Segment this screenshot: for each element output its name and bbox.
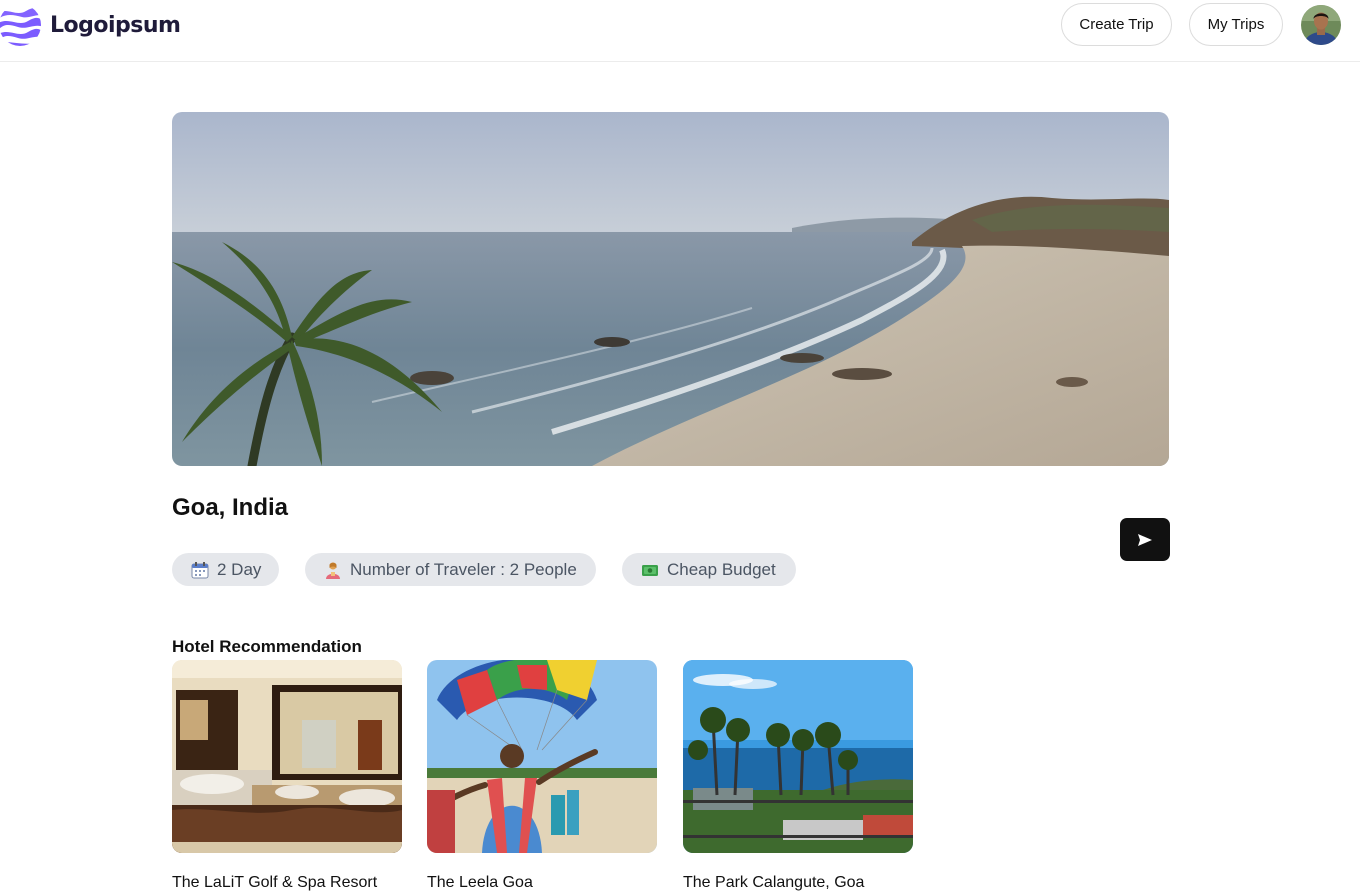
budget-chip-label: Cheap Budget xyxy=(667,559,776,579)
money-icon xyxy=(642,564,658,576)
create-trip-button[interactable]: Create Trip xyxy=(1061,3,1172,46)
top-navbar: Logoipsum Create Trip My Trips xyxy=(0,0,1360,62)
send-icon xyxy=(1138,533,1152,546)
hotel-image xyxy=(427,660,657,853)
share-button[interactable] xyxy=(1120,518,1170,561)
traveler-icon xyxy=(326,562,340,579)
hotel-card[interactable]: The LaLiT Golf & Spa Resort xyxy=(172,660,402,891)
travelers-chip-label: Number of Traveler : 2 People xyxy=(350,559,577,579)
logo-wave-icon xyxy=(0,7,41,46)
hotel-section-title: Hotel Recommendation xyxy=(172,637,362,656)
hotel-card[interactable]: The Park Calangute, Goa xyxy=(683,660,913,891)
calendar-icon xyxy=(191,561,209,578)
destination-hero-image xyxy=(172,112,1169,466)
travelers-chip: Number of Traveler : 2 People xyxy=(305,553,596,586)
hotel-name[interactable]: The Park Calangute, Goa xyxy=(683,874,864,892)
hotel-image xyxy=(172,660,402,853)
destination-title: Goa, India xyxy=(172,494,289,521)
hotel-name[interactable]: The Leela Goa xyxy=(427,874,533,892)
my-trips-button[interactable]: My Trips xyxy=(1189,3,1283,46)
user-avatar[interactable] xyxy=(1301,5,1341,45)
logo-text: Logoipsum xyxy=(50,12,181,38)
logo[interactable]: Logoipsum xyxy=(0,3,181,47)
days-chip-label: 2 Day xyxy=(217,559,262,579)
hotel-image xyxy=(683,660,913,853)
hotel-card[interactable]: The Leela Goa xyxy=(427,660,657,891)
budget-chip: Cheap Budget xyxy=(622,553,796,586)
hotel-name[interactable]: The LaLiT Golf & Spa Resort xyxy=(172,874,377,892)
avatar-image xyxy=(1301,5,1341,45)
days-chip: 2 Day xyxy=(172,553,279,586)
